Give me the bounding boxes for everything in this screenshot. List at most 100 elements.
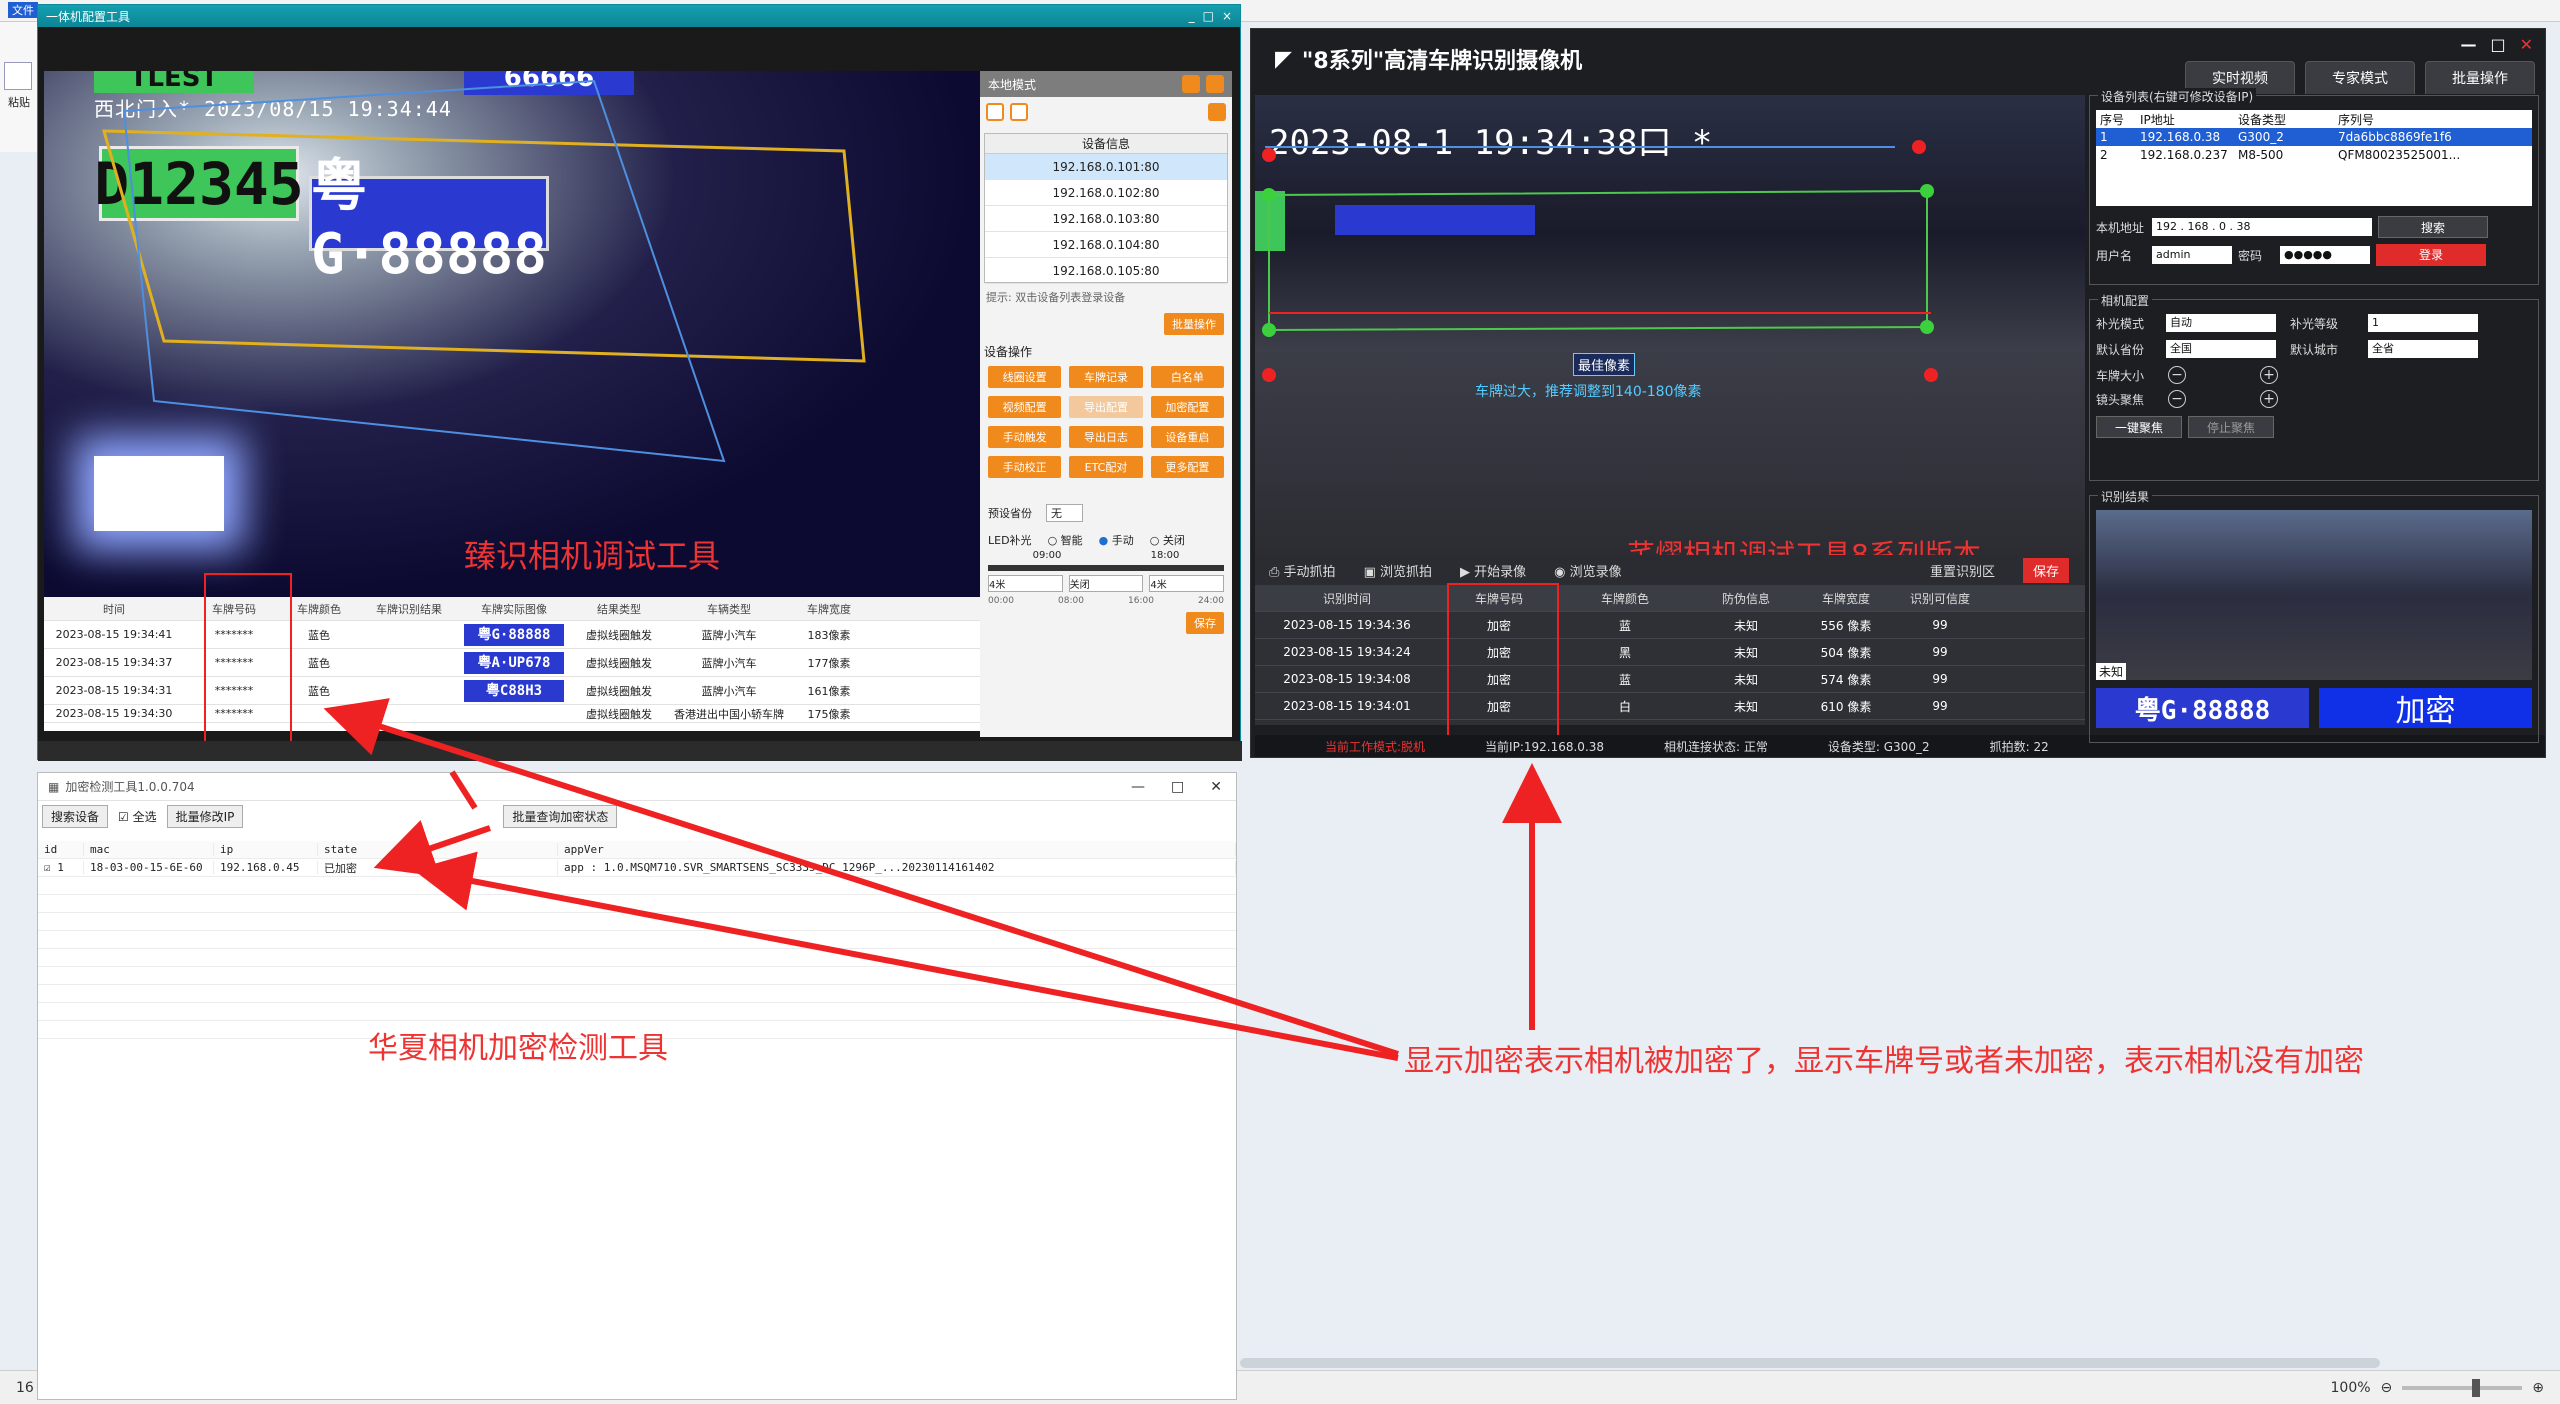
op-button[interactable]: 设备重启 <box>1150 426 1224 448</box>
device-item[interactable]: 192.168.0.104:80 <box>985 232 1227 258</box>
user-icon[interactable] <box>1010 103 1028 121</box>
op-button[interactable]: 导出配置 <box>1069 396 1143 418</box>
op-button[interactable]: 手动校正 <box>988 456 1062 478</box>
col-header[interactable]: 车牌宽度 <box>784 601 874 617</box>
col-header[interactable]: 车辆类型 <box>674 601 784 617</box>
minus-icon[interactable]: − <box>2168 390 2187 408</box>
paste-icon[interactable] <box>4 62 32 90</box>
led-opt-manual[interactable]: ● 手动 <box>1099 532 1134 548</box>
batch-ops-button[interactable]: 批量操作 <box>1164 313 1224 335</box>
password-field[interactable]: ●●●●● <box>2280 246 2370 264</box>
device-item[interactable]: 192.168.0.101:80 <box>985 154 1227 180</box>
op-button[interactable]: 视频配置 <box>988 396 1062 418</box>
stop-focus-button[interactable]: 停止聚焦 <box>2188 416 2274 438</box>
device-item[interactable]: 2 192.168.0.237 M8-500 QFM80023525001... <box>2096 146 2532 164</box>
col-header[interactable]: 时间 <box>44 601 184 617</box>
device-item[interactable]: 192.168.0.103:80 <box>985 206 1227 232</box>
province-select[interactable]: 全国 <box>2166 340 2276 358</box>
col-header[interactable]: id <box>38 843 84 856</box>
device-item[interactable]: 192.168.0.105:80 <box>985 258 1227 284</box>
table-row[interactable]: 2023-08-15 19:34:37 ******* 蓝色 粤A·UP678 虚拟线圈… <box>44 649 980 677</box>
col-header[interactable]: 车牌实际图像 <box>464 601 564 617</box>
menu-file[interactable]: 文件 <box>8 2 38 18</box>
device-item[interactable]: 1 192.168.0.38 G300_2 7da6bbc8869fe1f6 <box>2096 128 2532 146</box>
reset-region-button[interactable]: 重置识别区 <box>1930 561 1995 580</box>
plus-icon[interactable]: + <box>2260 390 2279 408</box>
horizontal-scrollbar[interactable] <box>1240 1358 2380 1368</box>
camera-icon[interactable] <box>1182 75 1200 93</box>
op-button[interactable]: 手动触发 <box>988 426 1062 448</box>
table-row[interactable]: 2023-08-15 19:34:08 加密蓝未知 574 像素 99 <box>1255 666 2085 693</box>
zoom-in-icon[interactable]: ⊕ <box>2532 1380 2544 1396</box>
op-button[interactable]: 更多配置 <box>1150 456 1224 478</box>
led-opt-smart[interactable]: ○ 智能 <box>1048 532 1083 548</box>
table-row[interactable]: 2023-08-15 19:34:41 ******* 蓝色 粤G·88888 虚拟线圈… <box>44 621 980 649</box>
preset-select[interactable]: 无 <box>1046 504 1083 522</box>
mode-select[interactable]: 关闭 <box>1068 575 1144 592</box>
device-item[interactable]: 192.168.0.102:80 <box>985 180 1227 206</box>
col-header[interactable]: 车牌识别结果 <box>354 601 464 617</box>
search-button[interactable]: 搜索 <box>2378 216 2488 238</box>
live-video-view[interactable]: 2023-08-1 19:34:38口 * 最佳像素 车牌过大，推荐调整到140… <box>1255 95 2085 555</box>
gear-icon[interactable] <box>1208 103 1226 121</box>
op-button[interactable]: ETC配对 <box>1069 456 1143 478</box>
col-header[interactable]: appVer <box>558 843 1236 856</box>
batch-ip-button[interactable]: 批量修改IP <box>166 804 244 828</box>
minimize-icon[interactable]: _ <box>1189 9 1195 23</box>
col-header[interactable]: 车牌颜色 <box>1559 590 1691 607</box>
select-all-checkbox[interactable]: ☑ 全选 <box>118 808 157 825</box>
batch-query-button[interactable]: 批量查询加密状态 <box>503 804 618 828</box>
search-device-button[interactable]: 搜索设备 <box>42 804 109 828</box>
username-field[interactable]: admin <box>2152 246 2232 264</box>
start-record-button[interactable]: ▶ 开始录像 <box>1460 561 1526 580</box>
maximize-icon[interactable]: □ <box>1203 9 1214 23</box>
close-icon[interactable]: × <box>1222 9 1232 23</box>
op-button[interactable]: 导出日志 <box>1069 426 1143 448</box>
zoom-slider[interactable] <box>2402 1378 2523 1397</box>
col-header[interactable]: ip <box>214 843 318 856</box>
dist-select-2[interactable]: 4米 <box>1149 575 1225 592</box>
row-checkbox[interactable]: ☑ <box>44 861 51 874</box>
col-header[interactable]: mac <box>84 843 214 856</box>
tab-expert-mode[interactable]: 专家模式 <box>2305 61 2415 94</box>
table-row[interactable]: ☑ 1 18-03-00-15-6E-60 192.168.0.45 已加密 a… <box>38 859 1236 877</box>
col-header[interactable]: 防伪信息 <box>1691 590 1801 607</box>
city-select[interactable]: 全省 <box>2368 340 2478 358</box>
table-row[interactable]: 2023-08-15 19:34:01 加密白未知 610 像素 99 <box>1255 693 2085 720</box>
tab-batch-ops[interactable]: 批量操作 <box>2425 61 2535 94</box>
minimize-icon[interactable]: — <box>2460 35 2476 54</box>
fill-mode-select[interactable]: 自动 <box>2166 314 2276 332</box>
manual-capture-button[interactable]: ⎙ 手动抓拍 <box>1269 561 1336 580</box>
op-button[interactable]: 加密配置 <box>1150 396 1224 418</box>
save-button[interactable]: 保存 <box>1186 612 1224 634</box>
col-header[interactable]: 识别时间 <box>1255 590 1439 607</box>
fill-level-select[interactable]: 1 <box>2368 314 2478 332</box>
minus-icon[interactable]: − <box>2168 366 2187 384</box>
op-button[interactable]: 车牌记录 <box>1069 366 1143 388</box>
save-button[interactable]: 保存 <box>2022 557 2069 583</box>
table-row[interactable]: 2023-08-15 19:34:31 ******* 蓝色 粤C88H3 虚拟线圈触发… <box>44 677 980 705</box>
plus-icon[interactable]: + <box>2260 366 2279 384</box>
login-button[interactable]: 登录 <box>2376 244 2486 266</box>
op-button[interactable]: 线圈设置 <box>988 366 1062 388</box>
close-icon[interactable]: ✕ <box>1210 779 1222 795</box>
minimize-icon[interactable]: — <box>1131 779 1145 795</box>
col-header[interactable]: 识别可信度 <box>1891 590 1989 607</box>
search-icon[interactable] <box>986 103 1004 121</box>
col-header[interactable]: 结果类型 <box>564 601 674 617</box>
switch-icon[interactable] <box>1206 75 1224 93</box>
table-row[interactable]: 2023-08-15 19:34:24 加密黑未知 504 像素 99 <box>1255 639 2085 666</box>
browse-record-button[interactable]: ◉ 浏览录像 <box>1554 561 1622 580</box>
local-ip-field[interactable]: 192 . 168 . 0 . 38 <box>2152 218 2372 236</box>
one-key-focus-button[interactable]: 一键聚焦 <box>2096 416 2182 438</box>
led-opt-off[interactable]: ○ 关闭 <box>1150 532 1185 548</box>
live-video-view[interactable]: TLEST 66666 西北门入* 2023/08/15 19:34:44 D1… <box>44 71 980 597</box>
op-button[interactable]: 白名单 <box>1150 366 1224 388</box>
close-icon[interactable]: ✕ <box>2520 35 2533 54</box>
col-header[interactable]: 车牌颜色 <box>284 601 354 617</box>
col-header[interactable]: state <box>318 843 558 856</box>
browse-capture-button[interactable]: ▣ 浏览抓拍 <box>1364 561 1432 580</box>
dist-select-1[interactable]: 4米 <box>988 575 1063 592</box>
zoom-slider-thumb[interactable] <box>2472 1378 2481 1397</box>
maximize-icon[interactable]: □ <box>1171 779 1184 795</box>
